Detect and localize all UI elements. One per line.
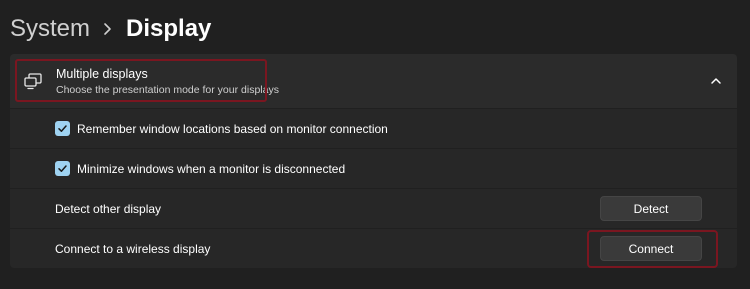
remember-window-locations-row: Remember window locations based on monit…	[10, 109, 737, 148]
highlight-outline	[587, 230, 718, 268]
detect-button[interactable]: Detect	[600, 196, 702, 221]
checkmark-icon	[58, 125, 67, 132]
remember-window-locations-checkbox[interactable]	[55, 121, 70, 136]
remember-window-locations-label: Remember window locations based on monit…	[77, 121, 388, 136]
multiple-displays-header[interactable]: Multiple displays Choose the presentatio…	[10, 54, 737, 108]
minimize-windows-row: Minimize windows when a monitor is disco…	[10, 149, 737, 188]
minimize-windows-label: Minimize windows when a monitor is disco…	[77, 161, 346, 176]
minimize-windows-checkbox[interactable]	[55, 161, 70, 176]
chevron-right-icon	[102, 22, 112, 36]
page-title: Display	[126, 15, 212, 42]
connect-wireless-display-label: Connect to a wireless display	[55, 241, 211, 256]
chevron-up-icon[interactable]	[709, 74, 723, 88]
multiple-displays-section: Multiple displays Choose the presentatio…	[10, 54, 737, 268]
breadcrumb: System Display	[10, 12, 211, 46]
breadcrumb-system[interactable]: System	[10, 12, 90, 46]
detect-other-display-row: Detect other display Detect	[10, 189, 737, 228]
highlight-outline	[15, 59, 267, 102]
detect-other-display-label: Detect other display	[55, 201, 162, 216]
checkmark-icon	[58, 165, 67, 172]
